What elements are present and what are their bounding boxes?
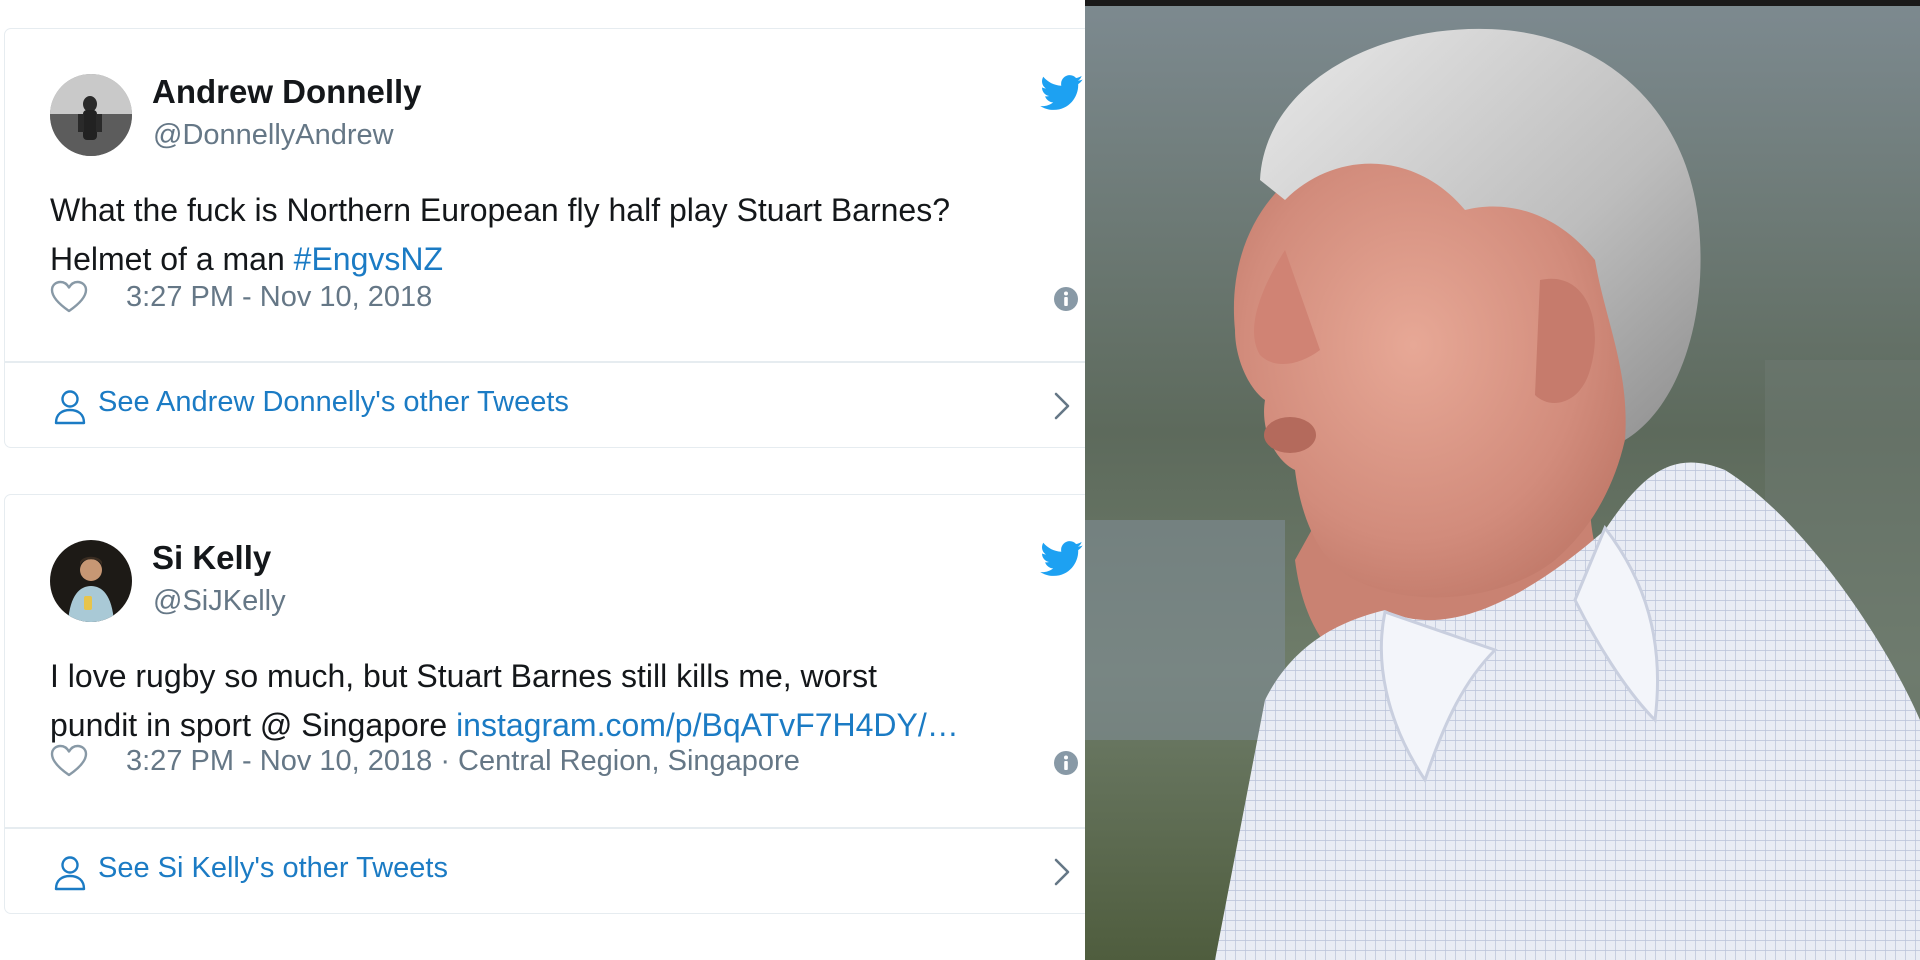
tweet-text: I love rugby so much, but Stuart Barnes … (50, 652, 1085, 750)
timestamp[interactable]: 3:27 PM - Nov 10, 2018 (126, 281, 432, 314)
tweet-text-segment: pundit in sport @ Singapore (50, 707, 457, 743)
tweet-meta: 3:27 PM - Nov 10, 2018 · Central Region,… (50, 743, 1085, 783)
instagram-link[interactable]: instagram.com/p/BqATvF7H4DY/… (456, 707, 959, 743)
avatar[interactable] (50, 74, 132, 156)
person-icon (54, 856, 86, 891)
see-other-tweets-label[interactable]: See Si Kelly's other Tweets (98, 852, 448, 885)
display-name[interactable]: Andrew Donnelly (152, 73, 422, 111)
tweets-panel: Andrew Donnelly @DonnellyAndrew What the… (0, 0, 1085, 960)
see-other-tweets-link[interactable]: See Si Kelly's other Tweets (5, 829, 1085, 913)
tweet-meta: 3:27 PM - Nov 10, 2018 (50, 279, 1085, 319)
tweet-text-line: I love rugby so much, but Stuart Barnes … (50, 658, 877, 694)
tweet-text: What the fuck is Northern European fly h… (50, 186, 1085, 284)
avatar[interactable] (50, 540, 132, 622)
chevron-right-icon[interactable] (1052, 390, 1072, 422)
user-handle[interactable]: @DonnellyAndrew (153, 119, 394, 152)
chevron-right-icon[interactable] (1052, 856, 1072, 888)
hashtag-link[interactable]: #EngvsNZ (294, 241, 443, 277)
user-handle[interactable]: @SiJKelly (153, 585, 286, 618)
person-icon (54, 390, 86, 425)
tweet-text-line: What the fuck is Northern European fly h… (50, 192, 951, 228)
heart-icon[interactable] (50, 744, 88, 778)
twitter-bird-icon[interactable] (1040, 75, 1084, 111)
see-other-tweets-label[interactable]: See Andrew Donnelly's other Tweets (98, 386, 569, 419)
info-icon[interactable] (1053, 286, 1079, 312)
tweet-text-line: Helmet of a man #EngvsNZ (50, 235, 1085, 284)
display-name[interactable]: Si Kelly (152, 539, 271, 577)
info-icon[interactable] (1053, 750, 1079, 776)
portrait-photo (1085, 0, 1920, 960)
see-other-tweets-link[interactable]: See Andrew Donnelly's other Tweets (5, 363, 1085, 447)
heart-icon[interactable] (50, 280, 88, 314)
tweet-card: Si Kelly @SiJKelly I love rugby so much,… (4, 494, 1085, 914)
timestamp[interactable]: 3:27 PM - Nov 10, 2018 · Central Region,… (126, 745, 800, 778)
tweet-text-segment: Helmet of a man (50, 241, 294, 277)
twitter-bird-icon[interactable] (1040, 541, 1084, 577)
tweet-card: Andrew Donnelly @DonnellyAndrew What the… (4, 28, 1085, 448)
